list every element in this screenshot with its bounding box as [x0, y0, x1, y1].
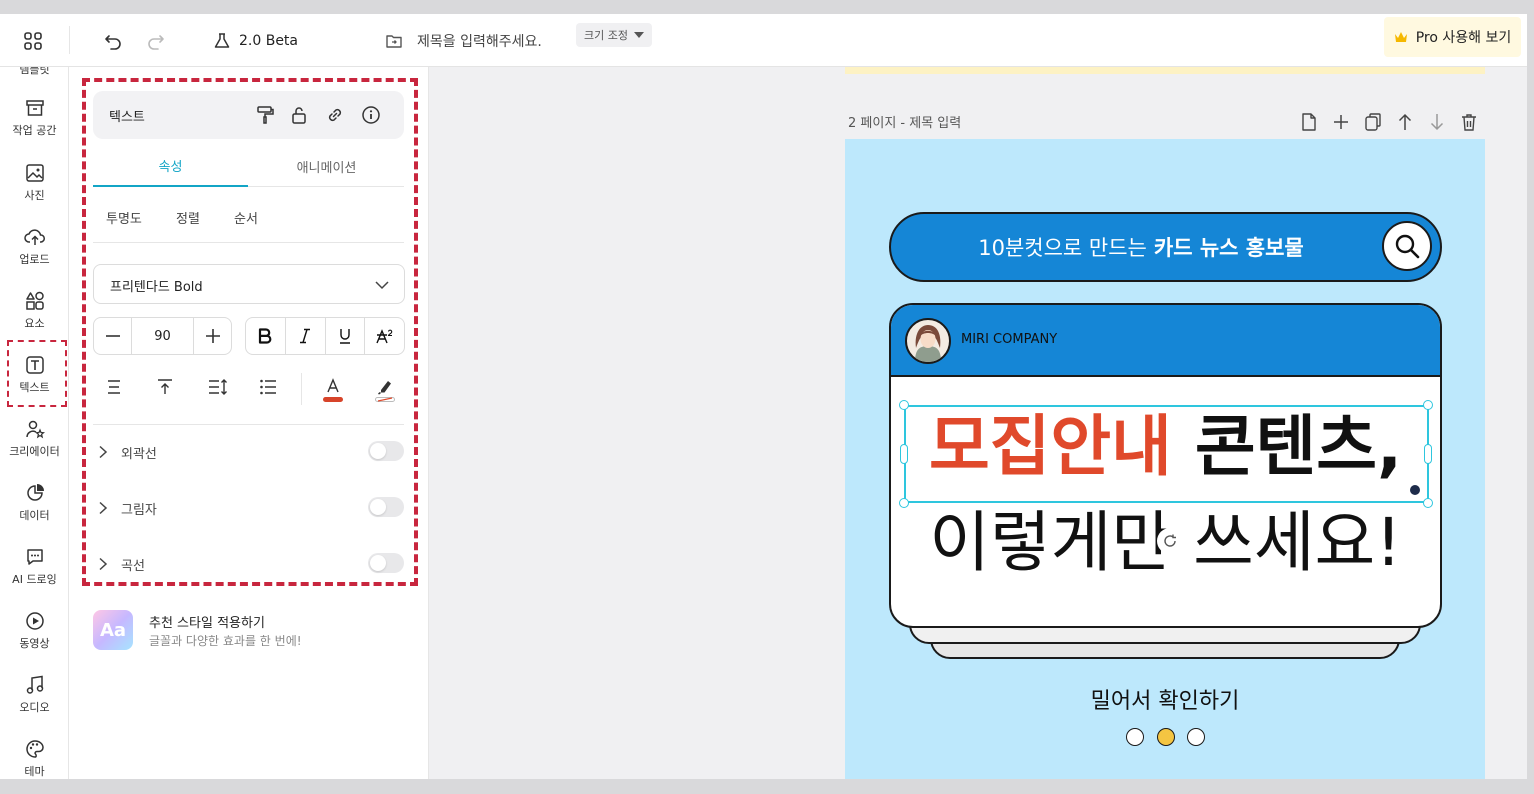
rail-label: 작업 공간 — [12, 124, 57, 137]
scrollbar[interactable] — [1527, 0, 1534, 794]
beta-version-button[interactable]: 2.0 Beta — [213, 14, 298, 67]
title-placeholder: 제목을 입력해주세요. — [417, 33, 542, 50]
avatar — [905, 318, 951, 364]
recommend-title: 추천 스타일 적용하기 — [149, 616, 265, 631]
rail-item-theme[interactable]: 테마 — [0, 739, 68, 779]
search-bar-graphic[interactable]: 10분컷으로 만드는 카드 뉴스 홍보물 — [889, 212, 1442, 282]
palette-icon — [25, 740, 44, 758]
news-card[interactable]: MIRI COMPANY 모집안내 콘텐츠, 이렇게만 쓰세요! — [889, 303, 1442, 628]
canvas-area: 2 페이지 - 제목 입력 10분컷으로 만드는 카드 뉴스 홍보물 MIRI … — [429, 67, 1527, 779]
text-cursor-dot — [1410, 485, 1420, 495]
rail-item-upload[interactable]: 업로드 — [0, 227, 68, 267]
caret-down-icon — [633, 32, 644, 38]
resize-handle-bottom-left[interactable] — [899, 498, 909, 508]
search-text-bold: 카드 뉴스 홍보물 — [1153, 236, 1304, 260]
design-page[interactable]: 10분컷으로 만드는카드 뉴스 홍보물 MIRI COMPANY 모집안내 콘 — [845, 139, 1485, 779]
search-icon — [1382, 221, 1432, 271]
editor-app: 2.0 Beta 제목을 입력해주세요. 크기 조정 Pro 사용해 보기 템플… — [0, 0, 1534, 794]
left-rail: 템플릿 작업 공간 사진 업로드 요소 텍스트 크리에이터 데이터 AI 드로잉… — [0, 67, 69, 779]
folder-icon — [386, 34, 402, 48]
resize-handle-bottom-right[interactable] — [1423, 498, 1433, 508]
pro-label: Pro 사용해 보기 — [1415, 30, 1512, 46]
recommended-style-button[interactable]: Aa 추천 스타일 적용하기 글꼴과 다양한 효과를 한 번에! — [93, 610, 393, 654]
page-label[interactable]: 2 페이지 - 제목 입력 — [848, 112, 961, 131]
pie-chart-icon — [26, 484, 44, 501]
recommend-subtitle: 글꼴과 다양한 효과를 한 번에! — [149, 634, 302, 648]
rail-item-ai-drawing[interactable]: AI 드로잉 — [0, 547, 68, 587]
search-bar-text[interactable]: 10분컷으로 만드는 카드 뉴스 홍보물 — [921, 214, 1361, 280]
rail-label: 크리에이터 — [9, 445, 60, 458]
cloud-upload-icon — [23, 229, 45, 245]
duplicate-page-icon[interactable] — [1364, 112, 1382, 136]
flask-icon — [214, 32, 230, 48]
rail-label: AI 드로잉 — [12, 573, 57, 586]
card-header: MIRI COMPANY — [891, 305, 1440, 377]
delete-page-icon[interactable] — [1460, 112, 1478, 136]
image-icon — [25, 164, 44, 182]
resize-handle-left[interactable] — [900, 444, 908, 464]
title-field[interactable]: 제목을 입력해주세요. — [385, 14, 542, 67]
move-down-icon[interactable] — [1428, 112, 1446, 136]
move-up-icon[interactable] — [1396, 112, 1414, 136]
rail-item-elements[interactable]: 요소 — [0, 291, 68, 331]
rail-label: 데이터 — [19, 509, 50, 522]
music-note-icon — [26, 675, 43, 694]
page-dots — [1126, 728, 1206, 748]
rail-item-workspace[interactable]: 작업 공간 — [0, 98, 68, 138]
rail-item-data[interactable]: 데이터 — [0, 483, 68, 523]
text-tool-highlight — [7, 340, 67, 407]
apps-grid-icon[interactable] — [23, 14, 43, 67]
undo-icon[interactable] — [103, 14, 123, 67]
pro-trial-button[interactable]: Pro 사용해 보기 — [1384, 17, 1521, 57]
resize-handle-top-right[interactable] — [1423, 400, 1433, 410]
style-preview-icon: Aa — [93, 610, 133, 650]
rail-item-photos[interactable]: 사진 — [0, 163, 68, 203]
play-circle-icon — [25, 612, 44, 630]
version-label: 2.0 Beta — [239, 32, 299, 49]
company-name: MIRI COMPANY — [961, 332, 1058, 347]
rail-label: 테마 — [24, 765, 45, 778]
add-page-icon[interactable] — [1300, 112, 1318, 136]
page-dot — [1126, 728, 1144, 746]
rail-label: 템플릿 — [19, 67, 50, 76]
resize-handle-top-left[interactable] — [899, 400, 909, 410]
archive-icon — [25, 100, 44, 116]
crown-icon — [1394, 32, 1407, 42]
page-dot-active — [1157, 728, 1175, 746]
text-properties-panel: 텍스트 속성 애니메이션 투명도 정렬 순서 프리텐다드 Bold 90 외곽선… — [69, 67, 429, 779]
redo-icon[interactable] — [146, 14, 166, 67]
top-toolbar: 2.0 Beta 제목을 입력해주세요. 크기 조정 Pro 사용해 보기 — [0, 14, 1527, 67]
rotate-icon[interactable] — [1157, 528, 1183, 554]
rail-label: 사진 — [24, 189, 45, 202]
search-text-normal: 10분컷으로 만드는 — [978, 236, 1147, 260]
resize-dropdown[interactable]: 크기 조정 — [576, 23, 652, 47]
rail-label: 동영상 — [19, 637, 50, 650]
page-toolbar — [1300, 112, 1480, 132]
properties-highlight — [82, 78, 418, 586]
plus-icon[interactable] — [1332, 112, 1350, 136]
rail-item-video[interactable]: 동영상 — [0, 611, 68, 651]
previous-page-edge[interactable] — [845, 67, 1485, 74]
swipe-text[interactable]: 밀어서 확인하기 — [845, 683, 1485, 715]
rail-label: 요소 — [24, 317, 45, 330]
resize-handle-right[interactable] — [1424, 444, 1432, 464]
rail-item-templates[interactable]: 템플릿 — [0, 67, 68, 77]
resize-label: 크기 조정 — [584, 29, 628, 42]
rail-item-audio[interactable]: 오디오 — [0, 675, 68, 715]
text-selection-box[interactable] — [904, 405, 1429, 503]
creator-icon — [25, 420, 45, 439]
rail-item-creator[interactable]: 크리에이터 — [0, 419, 68, 459]
shapes-icon — [25, 291, 44, 310]
toolbar-divider — [69, 26, 70, 54]
rail-label: 업로드 — [19, 253, 50, 266]
ai-chat-icon — [26, 549, 43, 565]
rail-label: 오디오 — [19, 701, 50, 714]
page-dot — [1187, 728, 1205, 746]
